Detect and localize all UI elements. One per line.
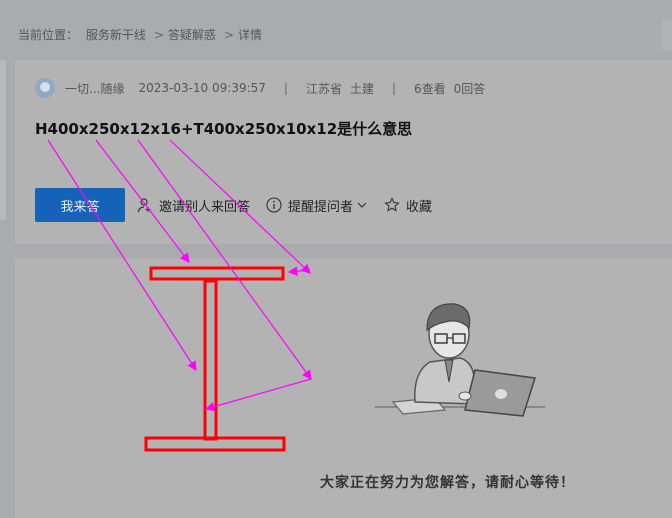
favorite-button[interactable]: 收藏 <box>384 196 432 215</box>
right-edge <box>662 20 672 50</box>
remind-button[interactable]: 提醒提问者 <box>266 196 368 215</box>
waiting-message: 大家正在努力为您解答，请耐心等待！ <box>320 475 575 491</box>
question-card: 一切...随缘 2023-03-10 09:39:57 | 江苏省 土建 | 6… <box>15 60 672 244</box>
answer-area: 大家正在努力为您解答，请耐心等待！ <box>15 258 672 518</box>
remind-label: 提醒提问者 <box>288 199 354 215</box>
author-name[interactable]: 一切...随缘 <box>65 80 124 97</box>
avatar[interactable] <box>35 78 55 98</box>
waiting-illustration <box>375 292 555 436</box>
star-icon <box>384 197 400 212</box>
invite-label: 邀请别人来回答 <box>159 199 251 215</box>
answer-count: 0回答 <box>453 81 486 96</box>
left-edge <box>0 60 6 220</box>
breadcrumb-item-service[interactable]: 服务新干线 <box>86 28 146 42</box>
post-datetime: 2023-03-10 09:39:57 <box>138 81 266 95</box>
invite-user-icon <box>137 198 151 213</box>
answer-button[interactable]: 我来答 <box>35 188 125 222</box>
breadcrumb: 当前位置： 服务新干线 > 答疑解惑 > 详情 <box>18 26 266 43</box>
province: 江苏省 <box>305 81 342 96</box>
breadcrumb-item-qa[interactable]: 答疑解惑 <box>168 28 216 42</box>
question-actions: 我来答 邀请别人来回答 提醒提问者 收藏 <box>35 188 448 222</box>
category: 土建 <box>349 81 374 96</box>
info-icon <box>266 197 282 213</box>
breadcrumb-prefix: 当前位置： <box>18 28 79 42</box>
invite-button[interactable]: 邀请别人来回答 <box>137 196 250 215</box>
breadcrumb-separator: > <box>223 28 234 42</box>
chevron-down-icon <box>357 202 367 208</box>
view-count: 6查看 <box>414 81 446 96</box>
breadcrumb-separator: > <box>153 28 164 42</box>
question-meta: 一切...随缘 2023-03-10 09:39:57 | 江苏省 土建 | 6… <box>35 78 485 98</box>
breadcrumb-item-detail: 详情 <box>238 28 263 42</box>
divider: | <box>283 81 288 95</box>
divider: | <box>391 81 397 95</box>
question-title: H400x250x12x16+T400x250x10x12是什么意思 <box>35 120 413 138</box>
favorite-label: 收藏 <box>406 199 433 215</box>
